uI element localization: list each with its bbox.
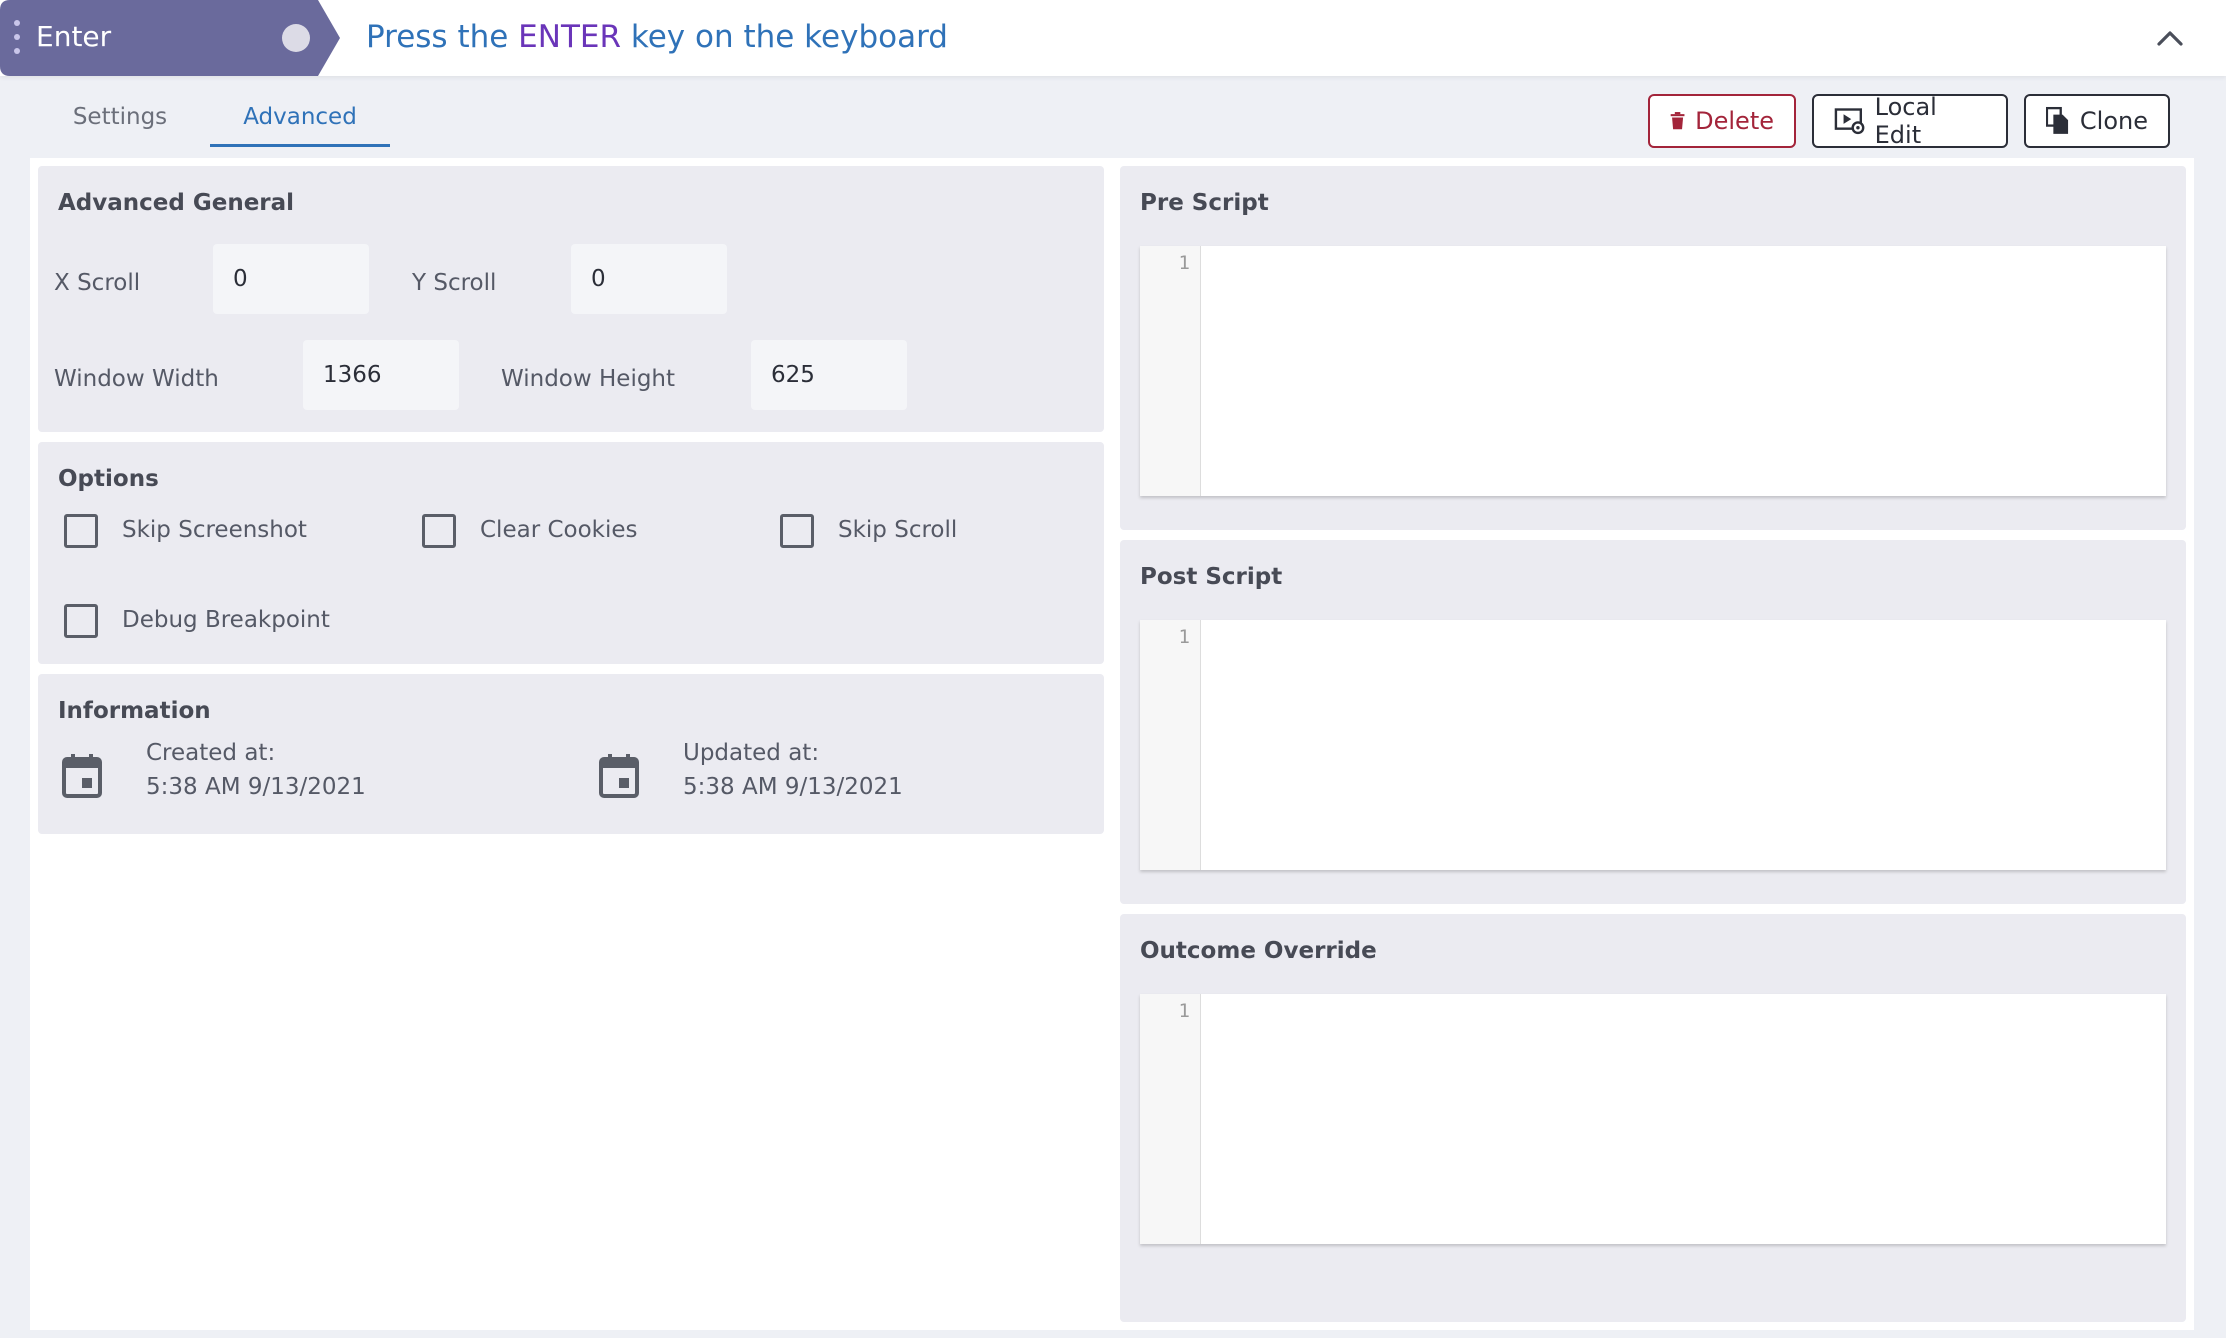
outcome-override-gutter: 1 [1140,994,1201,1244]
y-scroll-input[interactable] [571,244,727,314]
clone-button-label: Clone [2079,107,2148,135]
pre-script-title: Pre Script [1140,190,1269,216]
advanced-general-title: Advanced General [58,190,295,216]
skip-scroll-label: Skip Scroll [838,517,958,543]
line-number: 1 [1178,626,1190,648]
updated-calendar-icon [599,754,639,798]
step-description: Press the ENTER key on the keyboard [366,16,948,58]
step-status-dot [282,24,310,52]
clear-cookies-label: Clear Cookies [480,517,638,543]
debug-breakpoint-checkbox[interactable] [64,604,98,638]
pre-script-panel: Pre Script 1 [1120,166,2186,530]
clear-cookies-checkbox[interactable] [422,514,456,548]
advanced-content: Advanced General X Scroll Y Scroll Windo… [30,158,2194,1330]
information-title: Information [58,698,211,724]
trash-icon [1670,112,1685,130]
step-description-suffix: key on the keyboard [621,19,948,55]
delete-button-label: Delete [1695,107,1774,135]
step-header: Enter Press the ENTER key on the keyboar… [0,0,2226,76]
updated-at-label: Updated at: [683,740,820,766]
post-script-gutter: 1 [1140,620,1201,870]
skip-scroll-checkbox[interactable] [780,514,814,548]
post-script-code-area[interactable] [1201,620,2166,870]
chevron-up-icon [2157,31,2183,46]
delete-button[interactable]: Delete [1648,94,1796,148]
window-width-label: Window Width [54,366,219,392]
pre-script-gutter: 1 [1140,246,1201,496]
advanced-general-panel: Advanced General X Scroll Y Scroll Windo… [38,166,1104,432]
skip-screenshot-label: Skip Screenshot [122,517,307,543]
options-panel: Options Skip Screenshot Clear Cookies Sk… [38,442,1104,664]
copy-icon [2046,106,2069,134]
outcome-override-code-area[interactable] [1201,994,2166,1244]
created-calendar-icon [62,754,102,798]
x-scroll-input[interactable] [213,244,369,314]
window-width-input[interactable] [303,340,459,410]
local-edit-icon [1834,108,1865,135]
post-script-title: Post Script [1140,564,1283,590]
local-edit-button-label: Local Edit [1874,93,1937,149]
outcome-override-editor[interactable]: 1 [1140,994,2166,1244]
options-title: Options [58,466,159,492]
step-description-key: ENTER [518,19,622,55]
outcome-override-panel: Outcome Override 1 [1120,914,2186,1322]
skip-screenshot-checkbox[interactable] [64,514,98,548]
drag-handle-icon[interactable] [14,20,22,58]
outcome-override-title: Outcome Override [1140,938,1377,964]
line-number: 1 [1178,252,1190,274]
clone-button[interactable]: Clone [2024,94,2170,148]
local-edit-button[interactable]: Local Edit [1812,93,2008,149]
tab-advanced[interactable]: Advanced [210,92,390,147]
step-tag: Enter [0,0,340,76]
pre-script-code-area[interactable] [1201,246,2166,496]
y-scroll-label: Y Scroll [412,270,497,296]
window-height-label: Window Height [501,366,676,392]
post-script-editor[interactable]: 1 [1140,620,2166,870]
post-script-panel: Post Script 1 [1120,540,2186,904]
line-number: 1 [1178,1000,1190,1022]
information-panel: Information Created at: 5:38 AM 9/13/202… [38,674,1104,834]
pre-script-editor[interactable]: 1 [1140,246,2166,496]
step-name: Enter [36,20,112,53]
window-height-input[interactable] [751,340,907,410]
created-at-label: Created at: [146,740,276,766]
tab-settings[interactable]: Settings [40,92,200,144]
debug-breakpoint-label: Debug Breakpoint [122,607,330,633]
collapse-button[interactable] [2150,20,2190,56]
step-description-prefix: Press the [366,19,519,55]
created-at-value: 5:38 AM 9/13/2021 [146,774,366,800]
x-scroll-label: X Scroll [54,270,141,296]
updated-at-value: 5:38 AM 9/13/2021 [683,774,903,800]
